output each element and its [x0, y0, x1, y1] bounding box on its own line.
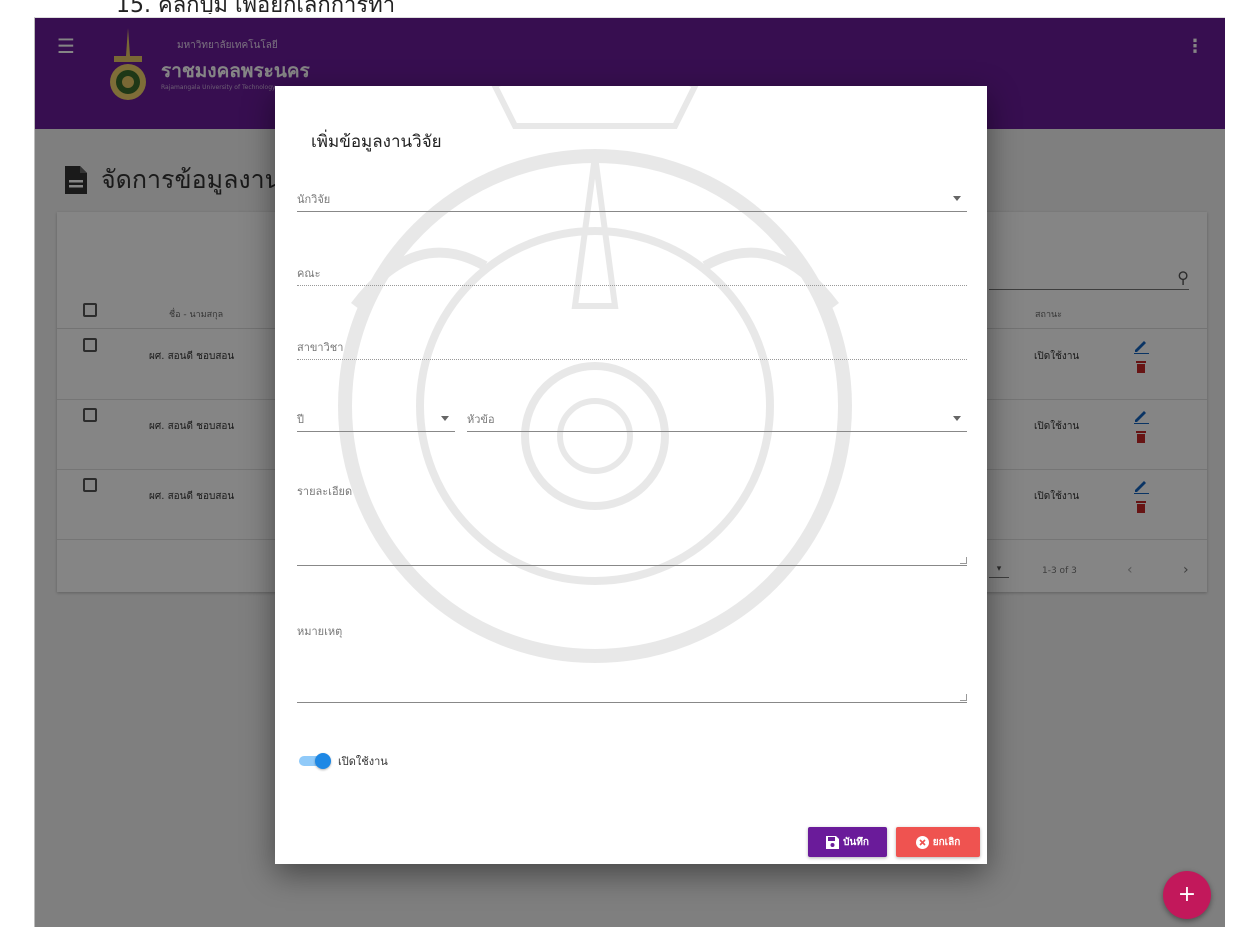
active-toggle-label: เปิดใช้งาน [338, 755, 388, 768]
resize-handle-icon[interactable] [960, 557, 967, 564]
note-textarea[interactable]: หมายเหตุ [297, 622, 967, 703]
department-field: สาขาวิชา [297, 338, 967, 360]
save-label: บันทึก [843, 836, 869, 848]
dropdown-arrow-icon [953, 196, 961, 201]
dropdown-arrow-icon [441, 416, 449, 421]
resize-handle-icon[interactable] [960, 694, 967, 701]
department-label: สาขาวิชา [297, 341, 344, 354]
dropdown-arrow-icon [953, 416, 961, 421]
add-research-dialog: เพิ่มข้อมูลงานวิจัย นักวิจัย คณะ สาขาวิช… [275, 86, 987, 864]
cancel-label: ยกเลิก [932, 836, 961, 848]
save-button[interactable]: บันทึก [808, 827, 887, 857]
researcher-select[interactable]: นักวิจัย [297, 190, 967, 212]
topic-select[interactable]: หัวข้อ [467, 410, 967, 432]
faculty-field: คณะ [297, 264, 967, 286]
year-select[interactable]: ปี [297, 410, 455, 432]
faculty-label: คณะ [297, 267, 321, 280]
note-label: หมายเหตุ [297, 625, 343, 638]
researcher-label: นักวิจัย [297, 193, 331, 206]
dialog-title: เพิ่มข้อมูลงานวิจัย [311, 132, 442, 152]
add-fab-button[interactable]: + [1163, 871, 1211, 919]
document-caption: 15. คลิกปุ่ม เพื่อยกเลิกการทำ [116, 0, 396, 14]
save-icon [826, 835, 840, 849]
cancel-button[interactable]: ยกเลิก [896, 827, 980, 857]
university-seal-watermark [338, 86, 852, 663]
close-circle-icon [915, 835, 929, 849]
active-toggle[interactable] [299, 753, 331, 769]
year-label: ปี [297, 413, 304, 426]
details-textarea[interactable]: รายละเอียด [297, 482, 967, 566]
topic-label: หัวข้อ [467, 413, 495, 426]
details-label: รายละเอียด [297, 485, 353, 498]
document-caption-strip: 15. คลิกปุ่ม เพื่อยกเลิกการทำ [0, 0, 1241, 14]
